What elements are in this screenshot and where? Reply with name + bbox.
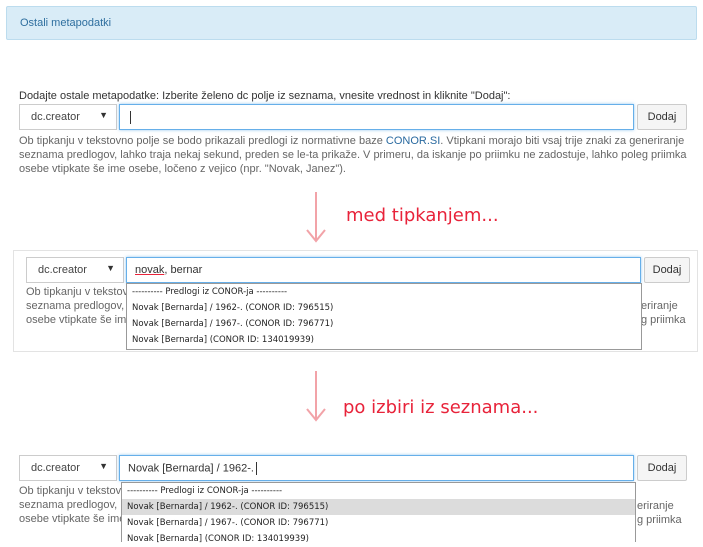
- caret-down-icon: ▼: [99, 461, 108, 471]
- dc-field-select-value: dc.creator: [31, 462, 80, 474]
- suggestion-item[interactable]: Novak [Bernarda] (CONOR ID: 134019939): [127, 332, 641, 348]
- suggestions-dropdown: ---------- Predlogi iz CONOR-ja --------…: [121, 482, 636, 544]
- metadata-panel-header: Ostali metapodatki: [6, 6, 697, 40]
- caption-while-typing: med tipkanjem...: [346, 205, 499, 226]
- help-text-partial: Ob tipkanju v tekstovno polje se bodo pr…: [26, 286, 126, 326]
- add-button[interactable]: Dodaj: [637, 455, 687, 481]
- dc-field-select[interactable]: dc.creator ▼: [19, 104, 117, 130]
- dc-field-select-value: dc.creator: [31, 111, 80, 123]
- metadata-value-input[interactable]: novak, bernar: [126, 257, 641, 283]
- add-button[interactable]: Dodaj: [637, 104, 687, 130]
- dc-field-select[interactable]: dc.creator ▼: [19, 455, 117, 481]
- metadata-value-text: novak, bernar: [135, 264, 203, 276]
- suggestion-item-selected[interactable]: Novak [Bernarda] / 1962-. (CONOR ID: 796…: [122, 499, 635, 515]
- text-cursor: [130, 111, 131, 124]
- down-arrow-icon: [306, 192, 326, 243]
- down-arrow-icon: [306, 371, 326, 422]
- panel-title: Ostali metapodatki: [20, 17, 112, 29]
- instructions-text: Dodajte ostale metapodatke: Izberite žel…: [19, 90, 511, 102]
- caret-down-icon: ▼: [99, 110, 108, 120]
- help-text-right-fragment: eriranje g priimka: [641, 300, 686, 326]
- add-button[interactable]: Dodaj: [644, 257, 690, 283]
- conor-link[interactable]: CONOR.SI: [386, 135, 440, 147]
- dropdown-header: ---------- Predlogi iz CONOR-ja --------…: [132, 287, 288, 297]
- suggestion-item[interactable]: Novak [Bernarda] / 1967-. (CONOR ID: 796…: [127, 316, 641, 332]
- help-text-right-fragment: eriranje g priimka: [637, 500, 682, 526]
- metadata-value-text: [128, 111, 131, 124]
- suggestion-item[interactable]: Novak [Bernarda] / 1962-. (CONOR ID: 796…: [127, 300, 641, 316]
- caret-down-icon: ▼: [106, 263, 115, 273]
- suggestions-dropdown: ---------- Predlogi iz CONOR-ja --------…: [126, 283, 642, 350]
- metadata-value-input[interactable]: [119, 104, 634, 130]
- suggestion-item[interactable]: Novak [Bernarda] (CONOR ID: 134019939): [122, 531, 635, 547]
- help-text: Ob tipkanju v tekstovno polje se bodo pr…: [19, 135, 687, 175]
- metadata-value-text: Novak [Bernarda] / 1962-.: [128, 462, 257, 475]
- text-cursor: [255, 462, 257, 475]
- suggestion-item[interactable]: Novak [Bernarda] / 1967-. (CONOR ID: 796…: [122, 515, 635, 531]
- dc-field-select[interactable]: dc.creator ▼: [26, 257, 124, 283]
- metadata-value-input[interactable]: Novak [Bernarda] / 1962-.: [119, 455, 634, 481]
- help-text-partial: Ob tipkanju v tekstovno polje se bodo pr…: [19, 485, 121, 525]
- dropdown-header: ---------- Predlogi iz CONOR-ja --------…: [127, 486, 283, 496]
- dc-field-select-value: dc.creator: [38, 264, 87, 276]
- caption-after-selection: po izbiri iz seznama...: [343, 397, 539, 418]
